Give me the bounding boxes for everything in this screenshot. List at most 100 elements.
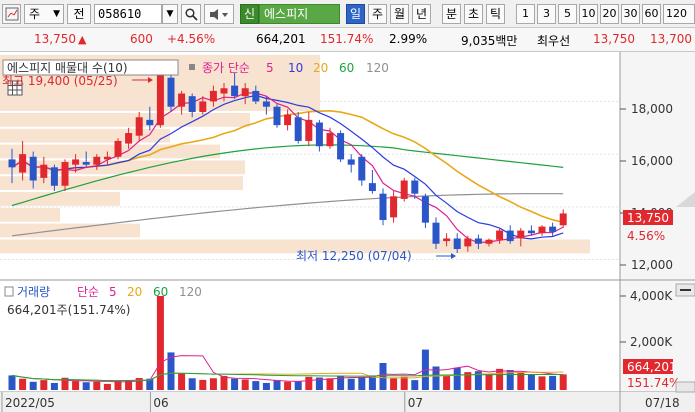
ma10-label: 10: [288, 61, 303, 75]
period-label: 10: [581, 7, 596, 20]
tab-minute[interactable]: 분: [442, 4, 461, 24]
price-change-pct: +4.56%: [167, 32, 216, 46]
period-label: 3: [543, 7, 550, 20]
candle-up: [125, 133, 133, 144]
current-price: 13,750: [34, 32, 76, 46]
best-ask: 13,750: [593, 32, 635, 46]
volume-bar: [559, 374, 567, 390]
volume-bar: [390, 378, 398, 390]
period-1[interactable]: 1: [516, 4, 535, 24]
x-axis-label: 07: [408, 396, 423, 410]
candle-down: [167, 77, 175, 107]
current-volume-axis-label: 664,201: [627, 360, 677, 374]
volume-bar: [284, 381, 292, 390]
prev-button[interactable]: 전: [67, 4, 91, 24]
volume-summary: 664,201주(151.74%): [7, 303, 130, 317]
name-prefix-label: 신: [243, 7, 256, 21]
tab-week[interactable]: 주: [368, 4, 387, 24]
volume-bar: [453, 367, 461, 390]
chart-settings-icon: [5, 7, 18, 21]
candle-up: [284, 114, 292, 126]
candle-down: [188, 96, 196, 112]
period-20[interactable]: 20: [600, 4, 619, 24]
vol-ma20-label: 20: [127, 285, 142, 299]
ma20-label: 20: [313, 61, 328, 75]
period-10[interactable]: 10: [579, 4, 598, 24]
period-120[interactable]: 120: [663, 4, 695, 24]
vol-ma60-label: 60: [153, 285, 168, 299]
candle-down: [411, 180, 419, 194]
stock-code-input[interactable]: 058610: [94, 4, 162, 24]
chevron-down-icon: ▼: [166, 9, 174, 19]
period-label: 5: [564, 7, 571, 20]
tab-day-label: 일: [349, 7, 362, 21]
name-prefix-badge: 신: [240, 4, 259, 24]
candle-up: [241, 88, 249, 97]
period-label: 60: [644, 7, 659, 20]
volume-bar: [29, 381, 37, 390]
panel-scroll-button[interactable]: [675, 381, 695, 393]
current-pct-axis-label: 4.56%: [627, 229, 665, 243]
high-price-label: 최고 19,400 (05/25): [2, 74, 118, 88]
tab-year[interactable]: 년: [412, 4, 431, 24]
period-5[interactable]: 5: [558, 4, 577, 24]
volume-profile-bar: [0, 223, 140, 238]
tab-tick[interactable]: 틱: [486, 4, 505, 24]
ma120-label: 120: [366, 61, 389, 75]
stock-chart[interactable]: 에스피지 매물대 수(10) 종가 단순 5 10 20 60 120 최고 1…: [0, 52, 695, 412]
ma5-label: 5: [266, 61, 274, 75]
candle-down: [82, 162, 90, 165]
candle-up: [390, 196, 398, 218]
y-tick-label: 12,000: [631, 258, 673, 272]
candle-down: [29, 156, 37, 181]
volume-bar: [538, 376, 546, 390]
chart-settings-button[interactable]: [2, 4, 21, 24]
candle-down: [527, 230, 535, 234]
volume-bar: [8, 375, 16, 390]
period-type-label: 주: [29, 7, 41, 21]
chevron-down-icon: ▼: [53, 9, 60, 19]
candle-up: [305, 119, 313, 141]
volume-bar: [527, 374, 535, 390]
price-change: 600: [130, 32, 153, 46]
candle-up: [538, 226, 546, 234]
y-tick-label: 16,000: [631, 154, 673, 168]
period-3[interactable]: 3: [537, 4, 556, 24]
volume-bar: [72, 381, 80, 390]
candle-down: [506, 230, 514, 242]
volume-bar: [178, 373, 186, 390]
vol-ma120-label: 120: [179, 285, 202, 299]
volume-profile-bar: [0, 112, 250, 127]
price-panel-title[interactable]: 에스피지 매물대 수(10): [7, 61, 128, 75]
code-search-button[interactable]: [181, 4, 201, 24]
trade-amount: 9,035백만: [461, 34, 518, 48]
candle-up: [485, 239, 493, 244]
volume-bar: [50, 382, 58, 390]
volume-y-tick: 4,000K: [630, 289, 673, 303]
turnover-rate: 2.99%: [389, 32, 428, 46]
period-30[interactable]: 30: [621, 4, 640, 24]
candle-up: [496, 230, 504, 240]
up-arrow-icon: ▲: [78, 33, 87, 46]
tab-second[interactable]: 초: [464, 4, 483, 24]
candle-up: [400, 180, 408, 199]
x-axis-end-label: 07/18: [645, 396, 680, 410]
period-60[interactable]: 60: [642, 4, 661, 24]
code-dropdown-button[interactable]: ▼: [162, 4, 178, 24]
candle-up: [209, 90, 217, 102]
volume-bar: [103, 383, 111, 390]
sound-button[interactable]: [204, 4, 234, 24]
tab-year-label: 년: [415, 7, 428, 21]
tab-day[interactable]: 일: [346, 4, 365, 24]
volume-bar: [273, 380, 281, 390]
period-type-select[interactable]: 주 ▼: [24, 4, 64, 24]
candle-down: [146, 119, 154, 126]
candle-up: [178, 93, 186, 107]
toolbar: 주 ▼ 전 058610 ▼ 신 에스피지 일 주 월 년 분 초 틱 1 3 …: [0, 0, 695, 28]
speaker-icon: [210, 9, 228, 20]
x-axis-label: 2022/05: [5, 396, 55, 410]
tab-month[interactable]: 월: [390, 4, 409, 24]
candle-up: [464, 238, 472, 247]
volume-panel-title: 거래량: [17, 285, 50, 299]
stock-name-field[interactable]: 에스피지: [259, 4, 340, 24]
